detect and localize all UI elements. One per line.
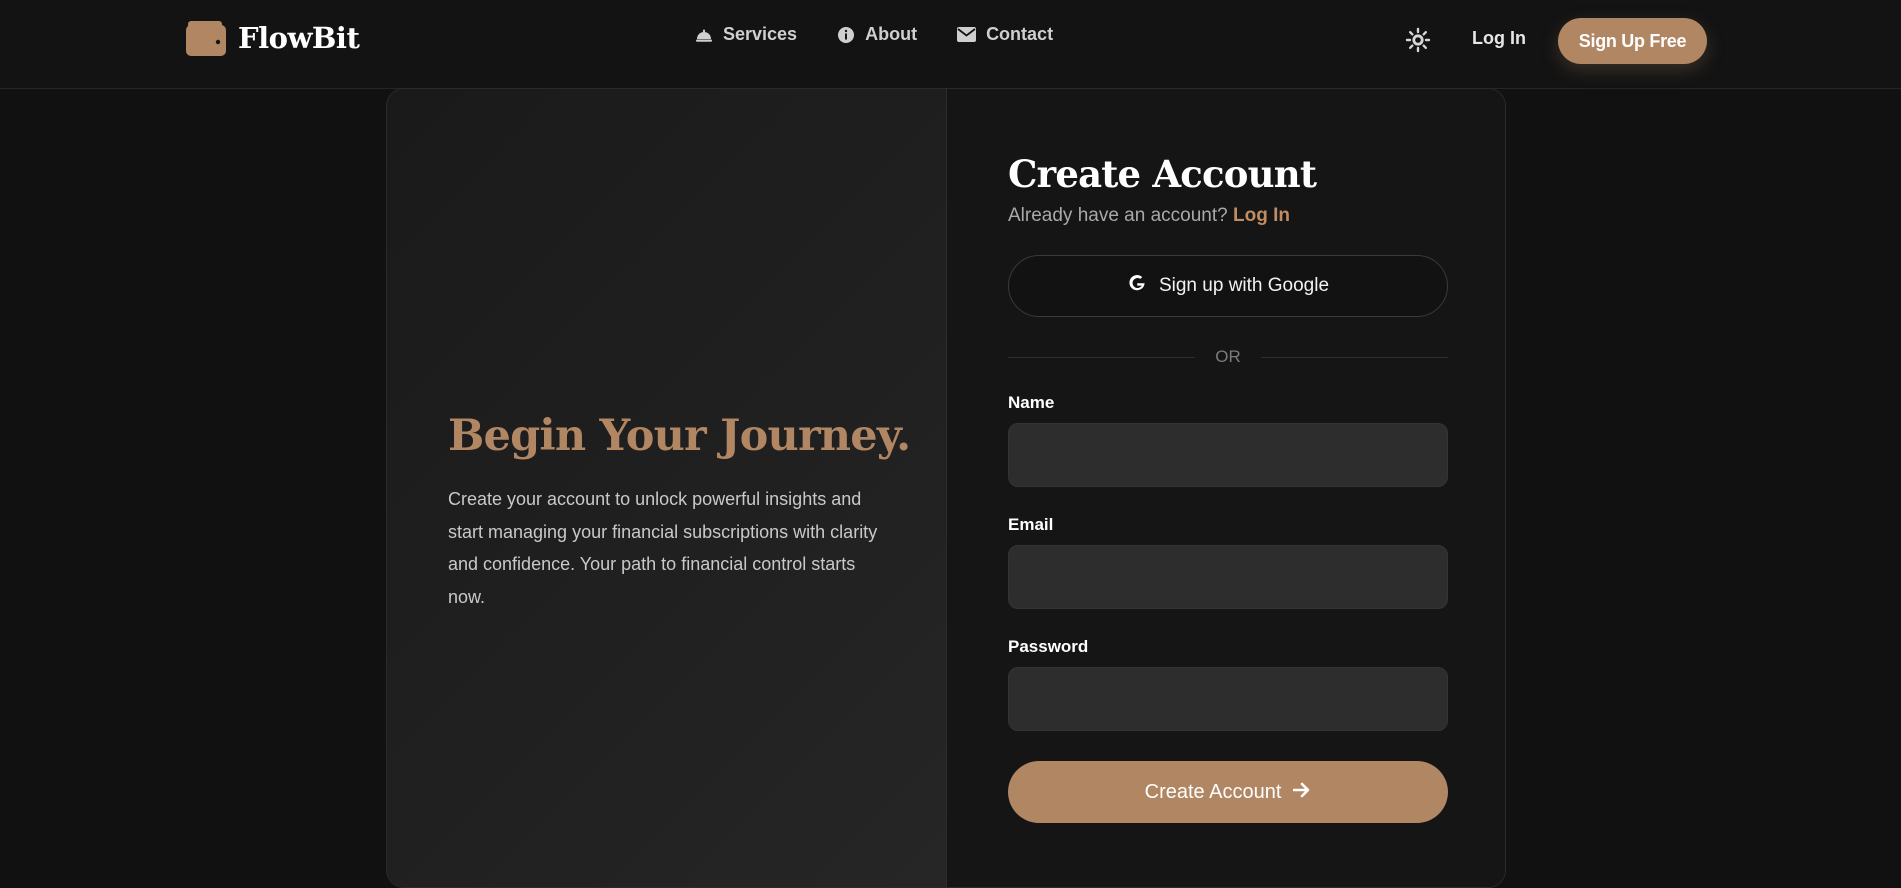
email-input[interactable]	[1008, 545, 1448, 609]
divider-line-left	[1008, 356, 1196, 358]
sun-icon[interactable]	[1405, 27, 1431, 53]
signup-card: Begin Your Journey. Create your account …	[386, 88, 1506, 888]
info-circle-icon	[837, 26, 855, 44]
divider-label: OR	[1215, 347, 1241, 366]
google-button-label: Sign up with Google	[1158, 275, 1330, 296]
signup-free-button[interactable]: Sign Up Free	[1558, 18, 1707, 64]
login-prompt-text: Already have an account?	[1008, 205, 1228, 226]
google-signup-button[interactable]: Sign up with Google	[1008, 255, 1448, 317]
nav-label-about: About	[865, 24, 918, 44]
signup-form-panel: Create Account Already have an account? …	[948, 89, 1505, 887]
hero-description: Create your account to unlock powerful i…	[448, 489, 878, 607]
nav-label-contact: Contact	[986, 24, 1054, 44]
divider-line-right	[1260, 356, 1448, 358]
password-label: Password	[1008, 637, 1089, 656]
top-navbar: FlowBit Services About Contact Log In Si…	[0, 0, 1901, 89]
envelope-icon	[957, 27, 977, 42]
hero-title: Begin Your Journey.	[448, 411, 911, 461]
signup-form: Create Account Already have an account? …	[1008, 149, 1448, 823]
header-login-link[interactable]: Log In	[1472, 28, 1526, 49]
name-field-group: Name	[1008, 393, 1448, 487]
form-login-link[interactable]: Log In	[1233, 205, 1290, 226]
nav-item-services[interactable]: Services	[695, 24, 797, 45]
login-prompt: Already have an account? Log In	[1008, 205, 1448, 227]
password-field-group: Password	[1008, 637, 1448, 731]
password-input[interactable]	[1008, 667, 1448, 731]
main-nav: Services About Contact	[695, 24, 1053, 45]
wallet-icon	[186, 20, 226, 56]
create-account-button[interactable]: Create Account	[1008, 761, 1448, 823]
bell-service-icon	[695, 27, 713, 43]
name-input[interactable]	[1008, 423, 1448, 487]
brand-name: FlowBit	[238, 21, 360, 55]
google-icon	[1127, 273, 1147, 299]
form-title: Create Account	[1008, 152, 1317, 196]
nav-label-services: Services	[723, 24, 798, 44]
or-divider: OR	[1008, 347, 1448, 367]
email-field-group: Email	[1008, 515, 1448, 609]
name-label: Name	[1008, 393, 1055, 412]
intro-panel: Begin Your Journey. Create your account …	[387, 89, 947, 887]
create-account-label: Create Account	[1144, 780, 1282, 803]
email-label: Email	[1008, 515, 1054, 534]
nav-item-about[interactable]: About	[837, 24, 917, 45]
brand-logo-link[interactable]: FlowBit	[186, 20, 360, 56]
arrow-right-icon	[1293, 781, 1311, 804]
nav-item-contact[interactable]: Contact	[957, 24, 1053, 45]
